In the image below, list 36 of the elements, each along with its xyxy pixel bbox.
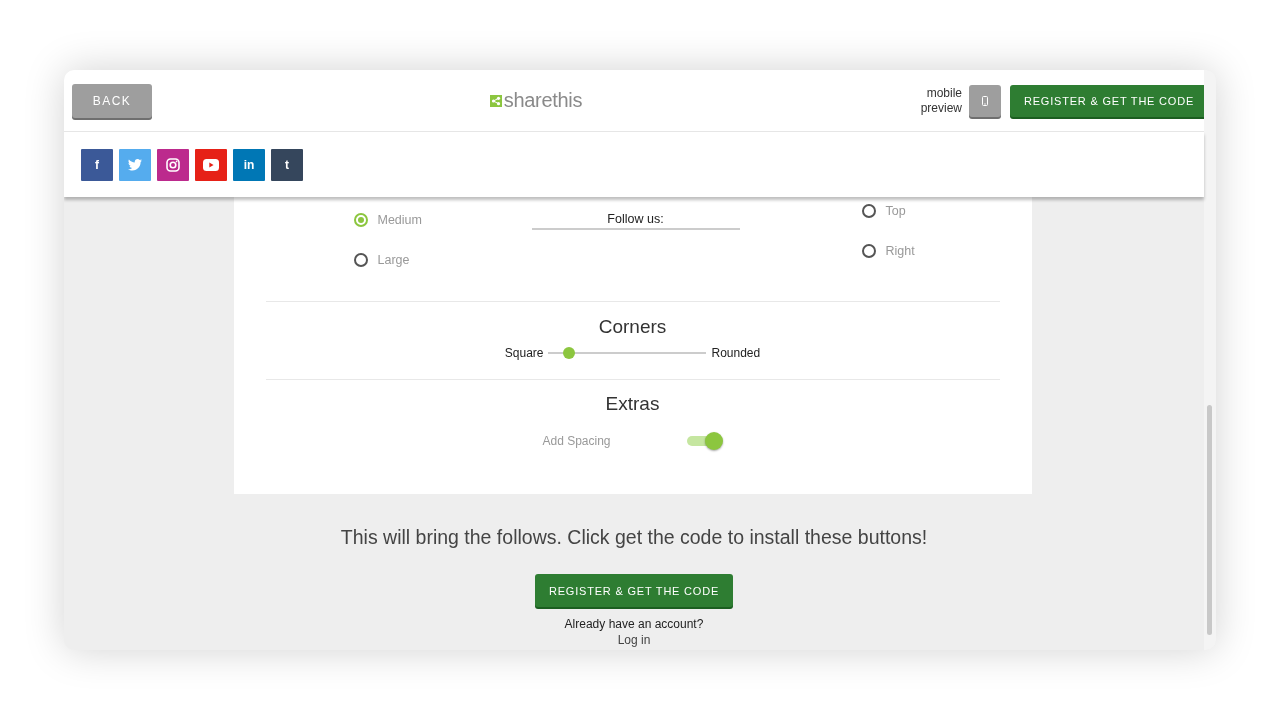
- section-title: Corners: [598, 316, 667, 338]
- logo-text: sharethis: [503, 89, 583, 112]
- social-button[interactable]: [195, 148, 227, 181]
- account-prompt: Already have an account?: [564, 617, 704, 631]
- info-message: This will bring the follows. Click get the code to install these buttons!: [340, 526, 928, 549]
- mobile-preview-label: mobile preview: [919, 85, 962, 116]
- radio-label: Large: [377, 253, 410, 267]
- radio-button[interactable]: [861, 204, 876, 218]
- register-button[interactable]: REGISTER & GET THE CODE: [1010, 84, 1204, 117]
- back-button[interactable]: BACK: [72, 83, 152, 118]
- login-link[interactable]: Log in: [617, 633, 651, 647]
- phone-icon: [982, 95, 988, 106]
- register-button[interactable]: REGISTER & GET THE CODE: [534, 574, 734, 607]
- scrollbar-thumb[interactable]: [1207, 405, 1212, 635]
- social-button[interactable]: t: [271, 148, 303, 181]
- radio-label: Right: [885, 244, 915, 258]
- social-button[interactable]: [157, 148, 189, 181]
- radio-label: Medium: [377, 213, 422, 227]
- social-button[interactable]: f: [81, 148, 113, 181]
- radio-button[interactable]: [353, 253, 368, 267]
- radio-button[interactable]: [861, 244, 876, 258]
- slider-max-label: Rounded: [711, 346, 761, 360]
- mobile-preview-button[interactable]: [969, 84, 1001, 117]
- camera-icon: [166, 157, 180, 172]
- follow-us-preview: Follow us:: [531, 212, 740, 230]
- bird-icon: [128, 158, 142, 171]
- slider-min-label: Square: [504, 346, 544, 360]
- social-button[interactable]: [119, 148, 151, 181]
- social-button[interactable]: in: [233, 148, 265, 181]
- play-icon: [203, 158, 219, 171]
- radio-label: Top: [885, 204, 906, 218]
- section-title: Extras: [605, 393, 660, 415]
- toggle-label: Add Spacing: [542, 434, 611, 448]
- radio-button[interactable]: [353, 213, 368, 227]
- slider-thumb[interactable]: [563, 347, 575, 359]
- share-icon: [489, 94, 502, 107]
